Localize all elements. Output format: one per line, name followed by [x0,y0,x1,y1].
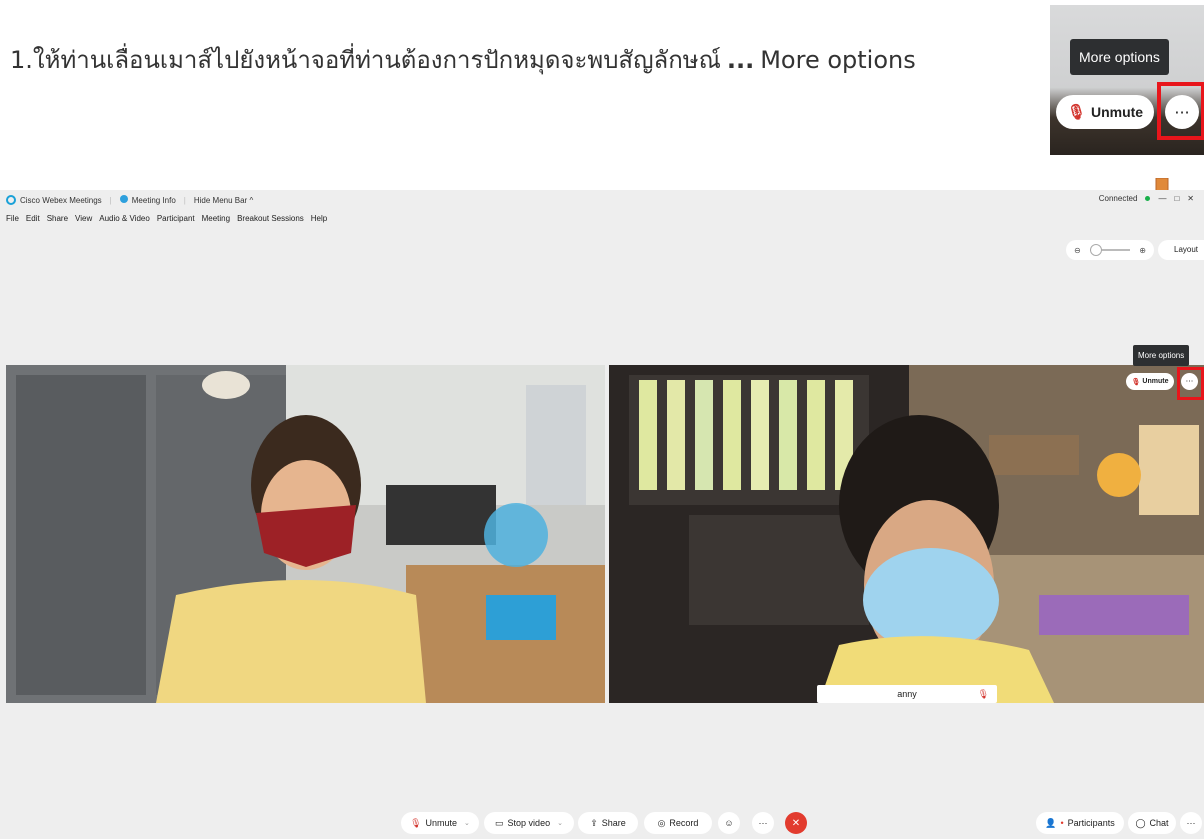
participants-button[interactable]: 👤 • Participants [1036,812,1124,834]
zoom-control[interactable]: ⊖ ⊕ [1066,240,1154,260]
instruction-text: 1.ให้ท่านเลื่อนเมาส์ไปยังหน้าจอที่ท่านต้… [10,40,916,79]
more-options-tooltip: More options [1070,39,1169,75]
menu-meeting[interactable]: Meeting [202,214,230,223]
menu-edit[interactable]: Edit [26,214,40,223]
record-label: Record [669,818,699,828]
record-icon: ◎ [657,817,666,828]
app-name: Cisco Webex Meetings [20,195,102,205]
tile-unmute-label: Unmute [1142,378,1169,385]
stop-video-button[interactable]: ▭ Stop video ⌄ [484,812,574,834]
connected-indicator-icon [1145,196,1151,201]
chat-button[interactable]: ◯ Chat [1128,812,1176,834]
menu-audio-video[interactable]: Audio & Video [99,214,150,223]
close-button[interactable]: ✕ [1187,194,1194,203]
menu-help[interactable]: Help [311,214,327,223]
menu-view[interactable]: View [75,214,92,223]
menu-bar: File Edit Share View Audio & Video Parti… [6,214,327,223]
divider: | [109,195,112,205]
mic-muted-icon: 🎙 [1066,104,1086,121]
participants-label: Participants [1067,818,1115,828]
share-button[interactable]: ⇪ Share [578,812,638,834]
menu-participant[interactable]: Participant [157,214,195,223]
unmute-label: Unmute [1090,104,1144,120]
tile-unmute-button[interactable]: 🎙 Unmute [1126,373,1174,390]
maximize-button[interactable]: □ [1174,194,1179,203]
meeting-controls-bar: 🎙 Unmute ⌄ ▭ Stop video ⌄ ⇪ Share ◎ Reco… [0,812,1204,838]
participant-name-tag: anny 🎙 [817,685,997,703]
notification-dot-icon: • [1060,818,1064,828]
highlight-box [1157,82,1204,140]
divider: | [183,195,186,205]
more-options-tooltip: More options [1133,345,1190,366]
menu-share[interactable]: Share [47,214,68,223]
mic-muted-icon: 🎙 [1131,378,1141,386]
chat-label: Chat [1149,818,1169,828]
end-meeting-button[interactable]: ✕ [785,812,807,834]
instruction-main: 1.ให้ท่านเลื่อนเมาส์ไปยังหน้าจอที่ท่านต้… [10,46,721,74]
zoom-slider-handle[interactable] [1090,244,1102,256]
hide-menu-bar-label: Hide Menu Bar [193,195,248,205]
reactions-button[interactable]: ☺ [718,812,740,834]
app-title: Cisco Webex Meetings [6,195,102,205]
video-feed-image [609,365,1204,703]
zoom-inset: More options 🎙 Unmute ··· [1050,5,1204,155]
meeting-info-button[interactable]: Meeting Info [119,195,176,205]
layout-button[interactable]: Layout [1158,240,1204,260]
video-camera-icon: ▭ [495,817,504,828]
more-dots-symbol: ... [726,46,755,74]
stop-video-label: Stop video [507,818,551,828]
zoom-in-icon[interactable]: ⊕ [1139,246,1146,255]
participants-icon: 👤 [1045,817,1057,828]
zoom-out-icon[interactable]: ⊖ [1074,246,1081,255]
hide-menu-bar-button[interactable]: Hide Menu Bar ^ [194,196,253,205]
video-tile-left[interactable] [6,365,605,703]
unmute-control-button[interactable]: 🎙 Unmute ⌄ [401,812,479,834]
chevron-down-icon[interactable]: ⌄ [557,819,563,827]
video-tile-right[interactable] [609,365,1204,703]
video-feed-image [6,365,605,703]
info-icon [119,195,128,203]
chevron-down-icon[interactable]: ⌄ [464,819,470,827]
participant-name: anny [897,689,917,699]
share-icon: ⇪ [590,817,598,828]
zoom-slider[interactable] [1090,244,1130,256]
highlight-box [1177,367,1204,400]
mic-muted-icon: 🎙 [410,817,422,828]
menu-breakout-sessions[interactable]: Breakout Sessions [237,214,304,223]
more-panels-button[interactable]: ··· [1180,812,1202,834]
mic-muted-icon: 🎙 [977,688,989,699]
unmute-control-label: Unmute [425,818,458,828]
more-options-control-button[interactable]: ··· [752,812,774,834]
connection-status: Connected [1098,194,1138,203]
webex-window: Cisco Webex Meetings | Meeting Info | Hi… [0,190,1204,839]
chat-icon: ◯ [1135,817,1146,828]
window-controls: Connected — □ ✕ [1099,194,1194,203]
instruction-more-options: More options [760,46,916,74]
unmute-button[interactable]: 🎙 Unmute [1056,95,1154,129]
title-bar: Cisco Webex Meetings | Meeting Info | Hi… [0,190,1204,210]
record-button[interactable]: ◎ Record [644,812,712,834]
meeting-info-label: Meeting Info [131,196,176,205]
minimize-button[interactable]: — [1158,194,1166,203]
webex-logo-icon [6,195,16,205]
chevron-up-icon: ^ [249,195,254,205]
menu-file[interactable]: File [6,214,19,223]
share-label: Share [601,818,626,828]
